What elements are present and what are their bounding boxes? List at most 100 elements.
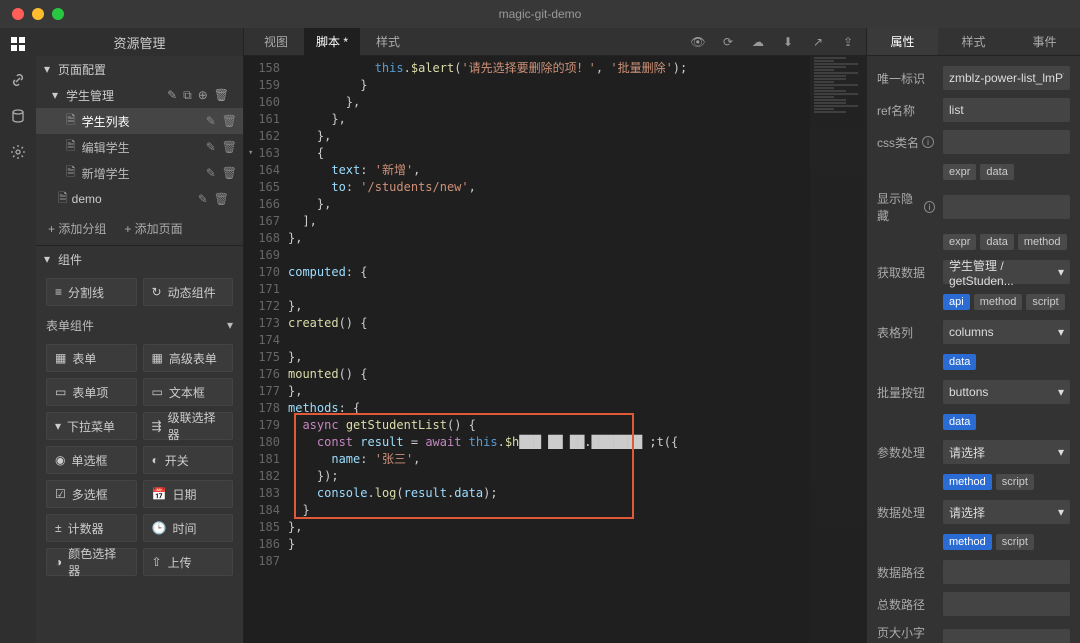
edit-icon[interactable]: ✎ — [167, 88, 177, 103]
comp-radio[interactable]: ◉单选框 — [46, 446, 137, 474]
activity-bar — [0, 28, 36, 643]
tag-script[interactable]: script — [996, 474, 1034, 490]
uid-input[interactable] — [943, 66, 1070, 90]
comp-form-item[interactable]: ▭表单项 — [46, 378, 137, 406]
grid-icon[interactable] — [6, 32, 30, 56]
link-icon[interactable] — [6, 68, 30, 92]
tree-item-student-edit[interactable]: 🗎 编辑学生 ✎ 🗑 — [36, 134, 243, 160]
dataproc-select[interactable]: 请选择▾ — [943, 500, 1070, 524]
comp-textbox[interactable]: ▭文本框 — [143, 378, 234, 406]
delete-icon[interactable]: 🗑 — [222, 166, 237, 180]
tag-data[interactable]: data — [980, 164, 1013, 180]
delete-icon[interactable]: 🗑 — [214, 192, 229, 206]
student-manage-section[interactable]: ▾ 学生管理 ✎ ⧉ ⊕ 🗑 — [36, 82, 243, 108]
totalpath-input[interactable] — [943, 592, 1070, 616]
comp-dynamic[interactable]: ↻动态组件 — [143, 278, 234, 306]
fetch-select[interactable]: 学生管理 / getStuden...▾ — [943, 260, 1070, 284]
tag-method[interactable]: method — [943, 474, 992, 490]
section-label: 页面配置 — [58, 61, 106, 78]
form-group-header[interactable]: 表单组件 ▾ — [36, 312, 243, 338]
tree-item-student-list[interactable]: 🗎 学生列表 ✎ 🗑 — [36, 108, 243, 134]
tag-data[interactable]: data — [943, 414, 976, 430]
add-page-icon[interactable]: ⊕ — [198, 88, 208, 103]
external-link-icon[interactable]: ↗ — [808, 35, 828, 49]
comp-switch[interactable]: ◐开关 — [143, 446, 234, 474]
download-icon[interactable]: ⬇ — [778, 35, 798, 49]
comp-form[interactable]: ▦表单 — [46, 344, 137, 372]
tab-style[interactable]: 样式 — [938, 28, 1009, 55]
tag-data[interactable]: data — [943, 354, 976, 370]
copy-icon[interactable]: ⧉ — [183, 88, 192, 103]
eye-icon[interactable]: 👁 — [688, 35, 708, 49]
comp-counter[interactable]: ±计数器 — [46, 514, 137, 542]
cloud-upload-icon[interactable]: ☁ — [748, 35, 768, 49]
window-title: magic-git-demo — [0, 7, 1080, 21]
info-icon[interactable]: i — [924, 201, 935, 213]
chevron-down-icon: ▾ — [227, 318, 233, 332]
tag-data[interactable]: data — [980, 234, 1013, 250]
css-input[interactable] — [943, 130, 1070, 154]
tag-expr[interactable]: expr — [943, 164, 976, 180]
comp-date[interactable]: 📅日期 — [143, 480, 234, 508]
edit-icon[interactable]: ✎ — [198, 192, 208, 206]
database-icon[interactable] — [6, 104, 30, 128]
ref-input[interactable] — [943, 98, 1070, 122]
tab-events[interactable]: 事件 — [1009, 28, 1080, 55]
tag-script[interactable]: script — [1026, 294, 1064, 310]
tab-props[interactable]: 属性 — [867, 28, 938, 55]
refresh-icon[interactable]: ⟳ — [718, 35, 738, 49]
batch-select[interactable]: buttons▾ — [943, 380, 1070, 404]
tag-expr[interactable]: expr — [943, 234, 976, 250]
tag-method[interactable]: method — [1018, 234, 1067, 250]
cols-select[interactable]: columns▾ — [943, 320, 1070, 344]
delete-icon[interactable]: 🗑 — [222, 114, 237, 128]
titlebar: magic-git-demo — [0, 0, 1080, 28]
code-editor[interactable]: this.$alert('请先选择要删除的项！', '批量删除'); } }, … — [288, 56, 866, 643]
tree-item-student-add[interactable]: 🗎 新增学生 ✎ 🗑 — [36, 160, 243, 186]
tag-script[interactable]: script — [996, 534, 1034, 550]
pagesize-input[interactable] — [943, 629, 1070, 643]
chevron-down-icon: ▾ — [1058, 445, 1064, 459]
page-config-section[interactable]: ▾ 页面配置 — [36, 56, 243, 82]
tab-script[interactable]: 脚本 * — [304, 28, 360, 56]
date-icon: 📅 — [152, 487, 167, 501]
section-label: 学生管理 — [66, 87, 114, 104]
tree-item-label: demo — [72, 192, 102, 206]
comp-upload[interactable]: ⇧上传 — [143, 548, 234, 576]
tag-method[interactable]: method — [943, 534, 992, 550]
radio-icon: ◉ — [55, 453, 65, 467]
comp-checkbox[interactable]: ☑多选框 — [46, 480, 137, 508]
gear-icon[interactable] — [6, 140, 30, 164]
comp-dropdown[interactable]: ▾下拉菜单 — [46, 412, 137, 440]
demo-item[interactable]: 🗎 demo ✎ 🗑 — [36, 186, 243, 212]
comp-color[interactable]: ◑颜色选择器 — [46, 548, 137, 576]
component-section[interactable]: ▾ 组件 — [36, 246, 243, 272]
edit-icon[interactable]: ✎ — [206, 140, 216, 154]
comp-adv-form[interactable]: ▦高级表单 — [143, 344, 234, 372]
file-icon: 🗎 — [58, 189, 68, 210]
add-group-button[interactable]: + 添加分组 — [48, 220, 106, 237]
tab-view[interactable]: 视图 — [252, 28, 300, 56]
datapath-input[interactable] — [943, 560, 1070, 584]
edit-icon[interactable]: ✎ — [206, 114, 216, 128]
param-select[interactable]: 请选择▾ — [943, 440, 1070, 464]
share-icon[interactable]: ⇪ — [838, 35, 858, 49]
add-page-button[interactable]: + 添加页面 — [124, 220, 182, 237]
info-icon[interactable]: i — [922, 136, 934, 148]
tag-method[interactable]: method — [974, 294, 1023, 310]
tree-item-label: 编辑学生 — [82, 139, 130, 156]
color-icon: ◑ — [55, 555, 62, 569]
chevron-down-icon: ▾ — [52, 88, 62, 102]
edit-icon[interactable]: ✎ — [206, 166, 216, 180]
comp-time[interactable]: 🕒时间 — [143, 514, 234, 542]
cascader-icon: ⇶ — [152, 419, 162, 433]
prop-label-batch: 批量按钮 — [877, 384, 935, 401]
visible-input[interactable] — [943, 195, 1070, 219]
section-actions: ✎ ⧉ ⊕ 🗑 — [167, 88, 235, 103]
tag-api[interactable]: api — [943, 294, 970, 310]
comp-cascader[interactable]: ⇶级联选择器 — [143, 412, 234, 440]
comp-splitter[interactable]: ≡分割线 — [46, 278, 137, 306]
delete-icon[interactable]: 🗑 — [222, 140, 237, 154]
delete-icon[interactable]: 🗑 — [214, 88, 229, 103]
tab-style[interactable]: 样式 — [364, 28, 412, 56]
